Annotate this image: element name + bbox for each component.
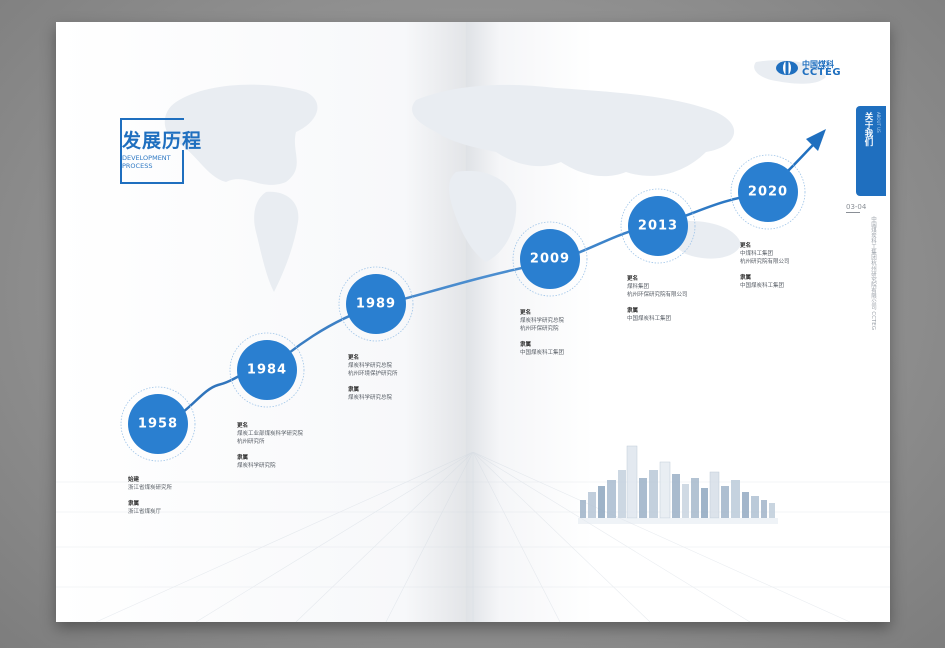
milestone-info-1989: 更名 煤炭科学研究总院 杭州环境保护研究所 隶属 煤炭科学研究总院 bbox=[348, 352, 398, 402]
milestone-info-2013: 更名 煤科集团 杭州环保研究院有限公司 隶属 中国煤炭科工集团 bbox=[627, 273, 688, 323]
info-value: 杭州研究院有限公司 bbox=[740, 259, 790, 265]
info-value: 中国煤炭科工集团 bbox=[740, 283, 785, 289]
year-2020: 2020 bbox=[747, 184, 789, 200]
info-heading-2: 隶属 bbox=[627, 308, 639, 314]
milestone-info-2009: 更名 煤炭科学研究总院 杭州环保研究院 隶属 中国煤炭科工集团 bbox=[520, 307, 564, 357]
info-value: 杭州研究所 bbox=[237, 439, 265, 445]
info-value: 杭州环保研究院 bbox=[520, 326, 559, 332]
year-1958: 1958 bbox=[137, 416, 179, 432]
milestone-info-2020: 更名 中煤科工集团 杭州研究院有限公司 隶属 中国煤炭科工集团 bbox=[740, 240, 790, 290]
info-value: 煤炭科学研究总院 bbox=[348, 395, 393, 401]
info-value: 浙江省煤炭研究所 bbox=[128, 485, 173, 491]
info-heading-2: 隶属 bbox=[520, 342, 532, 348]
year-2009: 2009 bbox=[529, 251, 571, 267]
info-heading-1: 更名 bbox=[627, 276, 639, 282]
timeline-graphic bbox=[120, 129, 826, 524]
info-heading-2: 隶属 bbox=[128, 501, 140, 507]
city-skyline-illustration bbox=[578, 445, 778, 524]
info-heading-1: 更名 bbox=[740, 243, 752, 249]
year-1989: 1989 bbox=[355, 296, 397, 312]
info-value: 中煤科工集团 bbox=[740, 251, 774, 257]
info-heading-2: 隶属 bbox=[237, 455, 249, 461]
info-heading-2: 隶属 bbox=[348, 387, 360, 393]
info-heading-1: 更名 bbox=[520, 310, 532, 316]
info-value: 杭州环保研究院有限公司 bbox=[627, 292, 688, 298]
year-1984: 1984 bbox=[246, 362, 288, 378]
info-value: 杭州环境保护研究所 bbox=[348, 371, 398, 377]
info-value: 煤炭科学研究总院 bbox=[520, 318, 565, 324]
info-heading-1: 更名 bbox=[348, 355, 360, 361]
info-value: 中国煤炭科工集团 bbox=[627, 316, 672, 322]
year-2013: 2013 bbox=[637, 218, 679, 234]
milestone-info-1958: 始建 浙江省煤炭研究所 隶属 浙江省煤炭厅 bbox=[128, 474, 172, 516]
info-heading-1: 始建 bbox=[128, 477, 140, 483]
info-value: 煤炭工业部煤炭科学研究院 bbox=[237, 431, 304, 437]
info-value: 煤炭科学研究总院 bbox=[348, 363, 393, 369]
milestone-circles bbox=[120, 154, 806, 462]
info-value: 煤科集团 bbox=[627, 284, 650, 290]
info-heading-1: 更名 bbox=[237, 423, 249, 429]
info-value: 浙江省煤炭厅 bbox=[128, 509, 162, 515]
info-heading-2: 隶属 bbox=[740, 275, 752, 281]
info-value: 煤炭科学研究院 bbox=[237, 463, 276, 469]
milestone-info-1984: 更名 煤炭工业部煤炭科学研究院 杭州研究所 隶属 煤炭科学研究院 bbox=[237, 420, 303, 470]
info-value: 中国煤炭科工集团 bbox=[520, 350, 565, 356]
